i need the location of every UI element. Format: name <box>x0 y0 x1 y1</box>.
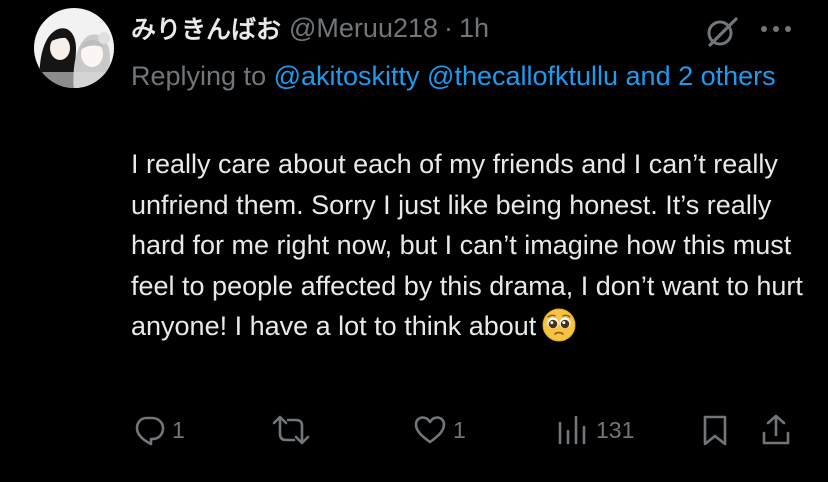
like-button[interactable]: 1 <box>413 410 466 450</box>
replying-to-prefix: Replying to <box>131 61 274 91</box>
share-icon <box>762 414 790 445</box>
separator-dot: · <box>444 12 454 43</box>
replying-to-users[interactable]: @akitoskitty @thecallofktullu and 2 othe… <box>274 61 776 91</box>
avatar-image <box>34 8 114 88</box>
pleading-face-emoji <box>542 308 576 342</box>
display-name[interactable]: みりきんばお <box>131 10 281 46</box>
like-count: 1 <box>453 416 466 443</box>
timestamp[interactable]: 1h <box>459 13 489 44</box>
tweet-text: I really care about each of my friends a… <box>131 144 806 347</box>
views-button[interactable]: 131 <box>556 410 634 450</box>
more-icon[interactable] <box>756 14 796 44</box>
reply-icon <box>135 416 165 446</box>
bookmark-icon <box>703 415 727 446</box>
bookmark-button[interactable] <box>700 410 730 450</box>
share-button[interactable] <box>760 410 792 450</box>
replying-to: Replying to @akitoskitty @thecallofktull… <box>131 54 801 99</box>
views-icon <box>558 415 586 445</box>
tweet-header: みりきんばお @Meruu218 · 1h <box>131 8 489 48</box>
avatar[interactable] <box>34 8 114 88</box>
retweet-button[interactable] <box>272 410 316 450</box>
user-handle[interactable]: @Meruu218 <box>289 13 438 44</box>
views-count: 131 <box>596 416 635 443</box>
like-icon <box>414 416 446 444</box>
retweet-icon <box>272 415 310 445</box>
reply-count: 1 <box>172 416 185 443</box>
grok-icon[interactable] <box>702 12 742 52</box>
tweet-body: I really care about each of my friends a… <box>131 149 803 341</box>
reply-button[interactable]: 1 <box>132 410 185 450</box>
